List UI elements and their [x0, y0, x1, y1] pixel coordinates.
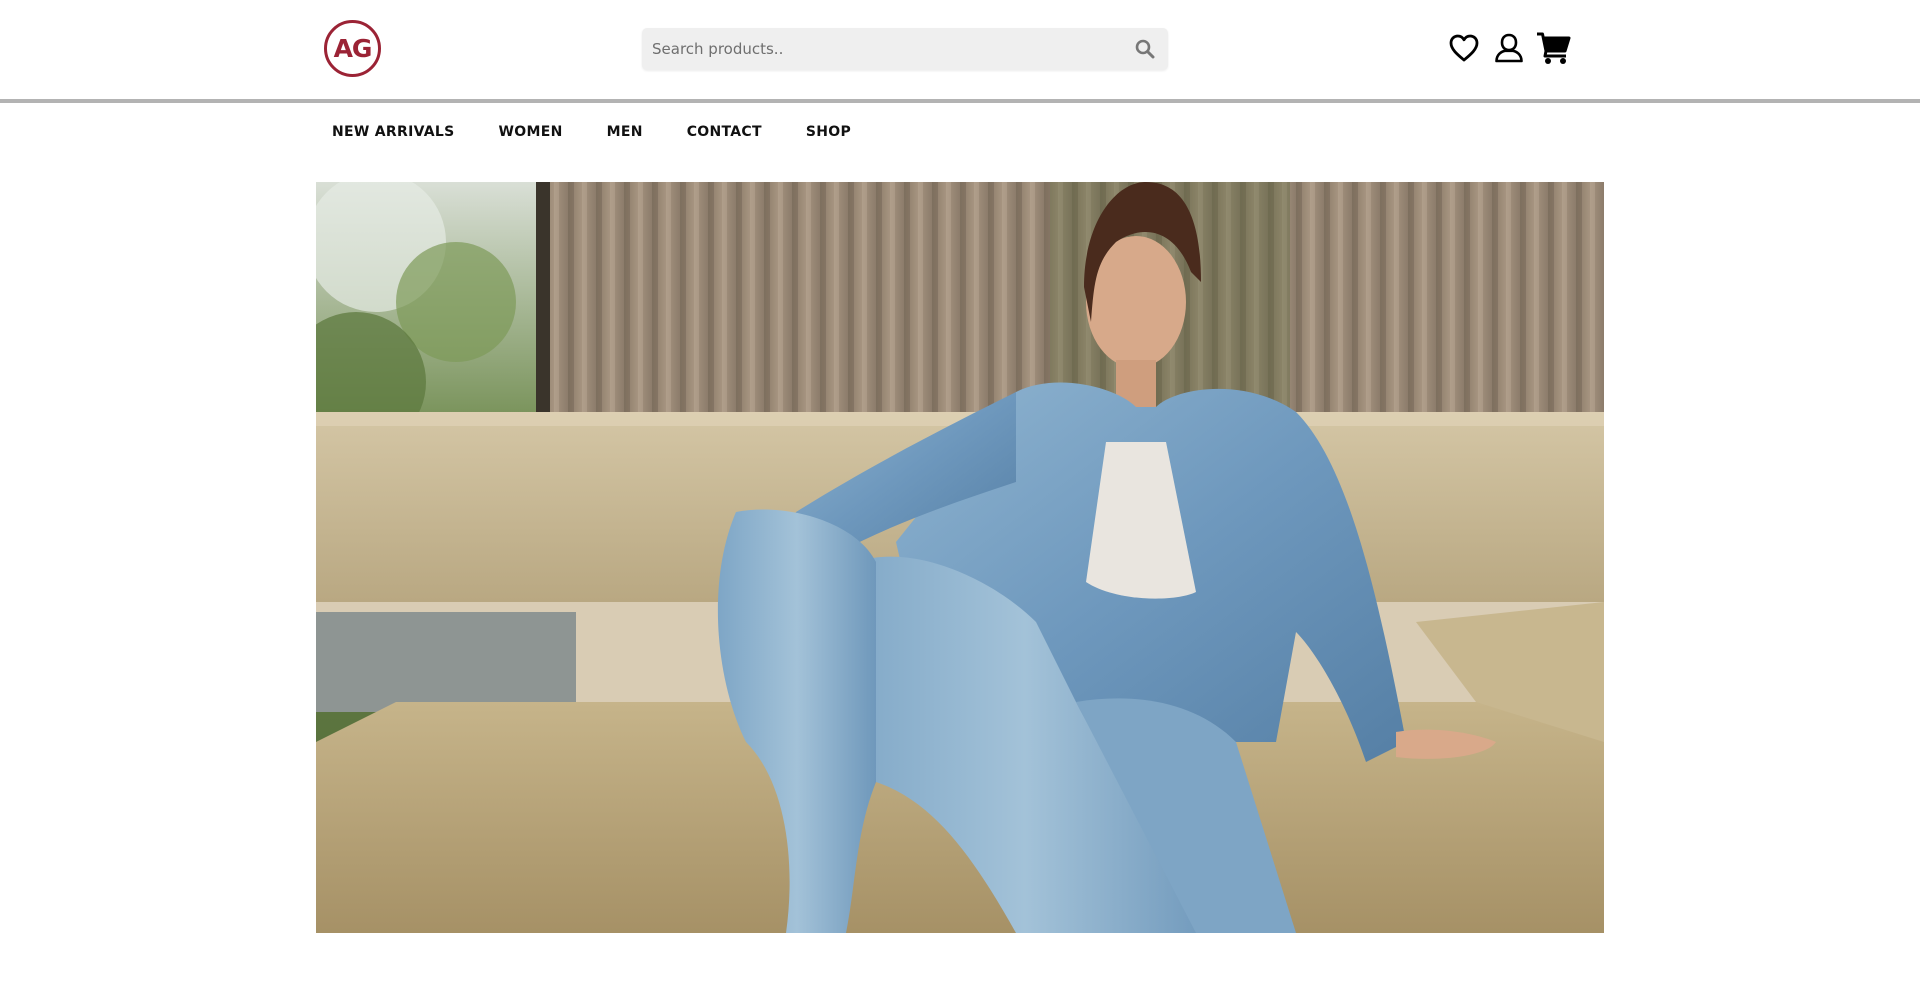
nav-item-women[interactable]: WOMEN — [483, 124, 579, 140]
main-nav: NEW ARRIVALS WOMEN MEN CONTACT SHOP — [316, 118, 879, 146]
search-input[interactable] — [652, 28, 1112, 70]
site-header: AG — [0, 0, 1920, 103]
search-bar — [642, 28, 1168, 70]
nav-item-shop[interactable]: SHOP — [790, 124, 867, 140]
search-icon — [1135, 39, 1155, 59]
hero-image — [316, 182, 1604, 933]
nav-item-men[interactable]: MEN — [591, 124, 659, 140]
cart-icon — [1537, 32, 1571, 64]
account-button[interactable] — [1491, 30, 1527, 66]
logo-text: AG — [333, 34, 373, 63]
hero-banner[interactable] — [316, 182, 1604, 933]
wishlist-button[interactable] — [1446, 30, 1482, 66]
nav-item-contact[interactable]: CONTACT — [671, 124, 778, 140]
search-button[interactable] — [1130, 34, 1160, 64]
user-icon — [1495, 33, 1523, 63]
nav-item-new-arrivals[interactable]: NEW ARRIVALS — [316, 124, 471, 140]
heart-icon — [1449, 34, 1479, 62]
cart-button[interactable] — [1536, 30, 1572, 66]
brand-logo[interactable]: AG — [324, 20, 381, 77]
